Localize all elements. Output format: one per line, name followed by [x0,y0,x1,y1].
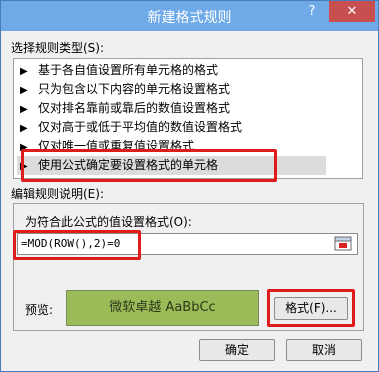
collapse-dialog-button[interactable] [334,236,352,251]
title-bar: 新建格式规则 ? ✕ [1,1,378,31]
highlight-box-rule-type [21,149,277,182]
rule-description-label: 编辑规则说明(E): [11,187,104,201]
ok-button[interactable]: 确定 [199,339,275,361]
formula-label: 为符合此公式的值设置格式(O): [25,215,192,229]
rule-type-item-label: 仅对高于或低于平均值的数值设置格式 [38,120,243,134]
close-button[interactable]: ✕ [329,1,375,22]
rule-type-item-label: 基于各自值设置所有单元格的格式 [38,63,219,77]
highlight-box-format [267,289,355,327]
rule-type-item[interactable]: ▶ 仅对高于或低于平均值的数值设置格式 [20,118,242,137]
help-button[interactable]: ? [298,1,326,23]
rule-type-item[interactable]: ▶ 基于各自值设置所有单元格的格式 [20,61,218,80]
triangle-right-icon: ▶ [20,104,28,115]
range-select-icon [334,236,352,251]
rule-type-item-label: 只为包含以下内容的单元格设置格式 [38,82,231,96]
rule-type-item[interactable]: ▶ 仅对排名靠前或靠后的数值设置格式 [20,99,230,118]
triangle-right-icon: ▶ [20,123,28,134]
preview-label: 预览: [25,303,54,317]
rule-type-label: 选择规则类型(S): [11,41,105,55]
format-preview: 微软卓越 AaBbCc [66,290,259,326]
rule-type-item-label: 仅对排名靠前或靠后的数值设置格式 [38,101,231,115]
new-format-rule-dialog: 新建格式规则 ? ✕ 选择规则类型(S): ▶ 基于各自值设置所有单元格的格式 ▶… [0,0,379,372]
highlight-box-formula [13,230,141,260]
triangle-right-icon: ▶ [20,66,28,77]
cancel-button[interactable]: 取消 [286,339,362,361]
rule-type-item[interactable]: ▶ 只为包含以下内容的单元格设置格式 [20,80,230,99]
triangle-right-icon: ▶ [20,85,28,96]
